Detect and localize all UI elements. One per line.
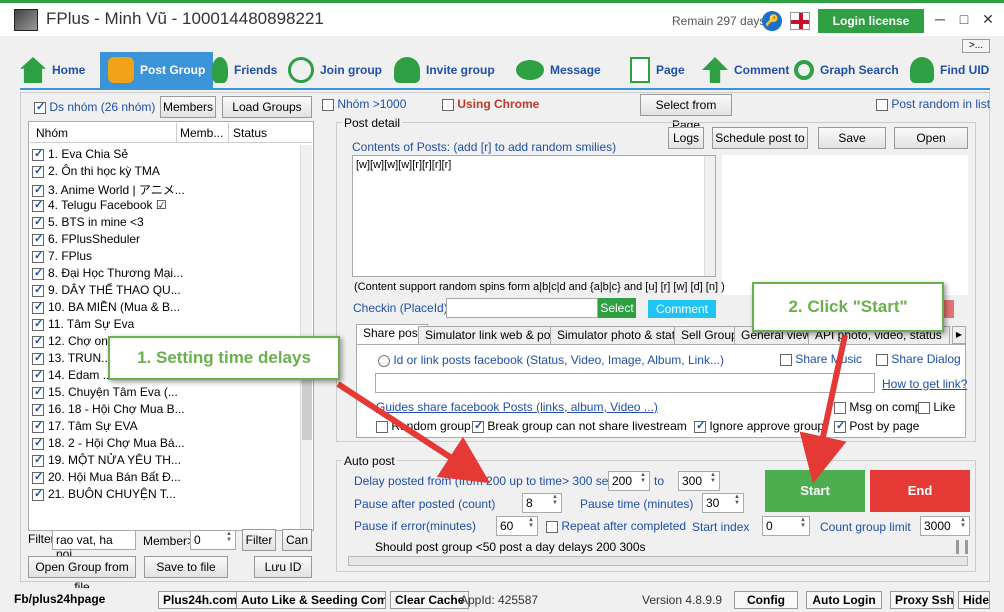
fb-page-link[interactable]: Fb/plus24hpage (14, 592, 105, 606)
auto-login-button[interactable]: Auto Login (806, 591, 882, 609)
callout-step-1: 1. Setting time delays (108, 336, 340, 380)
proxy-ssh-button[interactable]: Proxy Ssh (890, 591, 954, 609)
status-bar: Fb/plus24hpage Plus24h.com Auto Like & S… (0, 588, 1004, 612)
callout-step-2: 2. Click "Start" (752, 282, 944, 332)
app-id: AppId: 425587 (460, 593, 539, 607)
version-text: Version 4.8.9.9 (642, 593, 723, 607)
auto-like-button[interactable]: Auto Like & Seeding Com... (236, 591, 386, 609)
arrow-to-start (799, 334, 848, 484)
plus24h-button[interactable]: Plus24h.com (158, 591, 243, 609)
config-button[interactable]: Config (734, 591, 798, 609)
hide-button[interactable]: Hide (958, 591, 990, 609)
arrow-to-delays (336, 381, 491, 484)
clear-cache-button[interactable]: Clear Cache (390, 591, 470, 609)
